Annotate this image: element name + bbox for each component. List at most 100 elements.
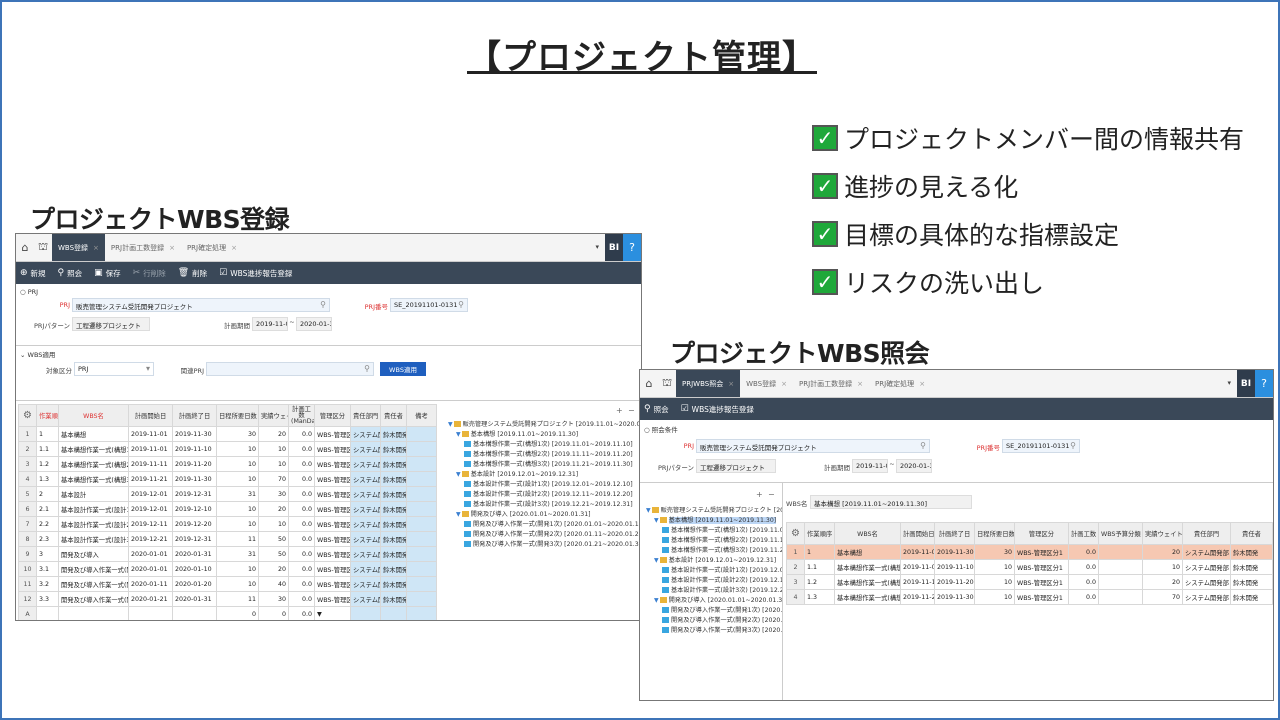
grid-cell[interactable] <box>1098 589 1143 605</box>
tab-prj-confirm[interactable]: PRJ確定処理 × <box>181 234 243 261</box>
remarks-cell[interactable] <box>406 576 437 592</box>
delete-row-button[interactable]: ✂ 行削除 <box>133 268 166 279</box>
remarks-cell[interactable] <box>406 546 437 562</box>
grid-cell[interactable]: 基本構想作業一式(構想1次) <box>58 441 129 457</box>
grid-cell[interactable]: システム開発 <box>350 591 381 607</box>
column-header[interactable]: 計画工数(ManDay) <box>288 404 315 427</box>
expand-arrow-icon[interactable]: ▼ <box>654 517 659 524</box>
remarks-cell[interactable] <box>406 561 437 577</box>
gear-icon[interactable]: ⚙ <box>23 410 32 421</box>
grid-cell[interactable]: 0.0 <box>288 501 315 517</box>
grid-cell[interactable]: システム開発部 <box>1182 574 1231 590</box>
grid-cell[interactable]: 2019-11-20 <box>934 574 975 590</box>
column-header[interactable]: 日程所要日数 <box>974 522 1015 545</box>
tab-prj-wbs-inquiry[interactable]: PRJWBS照会 × <box>676 370 741 397</box>
table-row[interactable]: A 0 0 0.0 ▼ <box>18 606 437 620</box>
grid-cell[interactable]: 0.0 <box>288 456 315 472</box>
grid-cell[interactable]: 10 <box>258 516 289 532</box>
grid-cell[interactable]: 2 <box>36 486 59 502</box>
column-header[interactable]: 責任者 <box>380 404 407 427</box>
grid-cell[interactable]: 3 <box>36 546 59 562</box>
grid-cell[interactable]: 2019-11-11 <box>128 456 173 472</box>
grid-cell[interactable]: 鈴木開発 <box>380 531 407 547</box>
grid-cell[interactable]: 2019-11-20 <box>172 456 217 472</box>
prj-section-header[interactable]: ○ PRJ <box>20 288 38 296</box>
grid-cell[interactable]: 0.0 <box>1068 574 1099 590</box>
grid-cell[interactable]: WBS-管理区▼ <box>314 531 351 547</box>
tree-node[interactable]: 基本構想作業一式(構想3次) [2019.11.21~2019.11.30] <box>448 460 640 470</box>
grid-cell[interactable]: 2019-12-10 <box>172 501 217 517</box>
grid-cell[interactable]: 基本構想作業一式(構想3次) <box>58 471 129 487</box>
wbs-apply-section-header[interactable]: ⌄ WBS適用 <box>20 349 55 359</box>
grid-cell[interactable]: 2019-11-21 <box>900 589 935 605</box>
grid-cell[interactable]: 2019-11-01 <box>128 441 173 457</box>
close-icon[interactable]: × <box>169 244 175 252</box>
grid-cell[interactable]: 2019-12-01 <box>128 486 173 502</box>
grid-cell[interactable]: 2020-01-01 <box>128 561 173 577</box>
grid-cell[interactable]: 0.0 <box>288 606 315 620</box>
table-row[interactable]: 41.3基本構想作業一式(構想3次)2019-11-212019-11-3010… <box>18 471 437 487</box>
grid-cell[interactable]: 20 <box>1142 544 1183 560</box>
grid-cell[interactable]: 基本設計 <box>58 486 129 502</box>
search-icon[interactable]: ⚲ <box>1070 441 1076 450</box>
grid-cell[interactable]: 2020-01-31 <box>172 546 217 562</box>
grid-cell[interactable]: 鈴木開発 <box>380 516 407 532</box>
grid-cell[interactable]: 基本構想作業一式(構想 <box>834 559 901 575</box>
column-header[interactable]: 計画開始日 <box>900 522 935 545</box>
tree-node[interactable]: 基本構想作業一式(構想2次) [2019.11.11~2019.11.20] <box>448 450 640 460</box>
row-number[interactable]: 9 <box>18 546 37 562</box>
remarks-cell[interactable] <box>406 486 437 502</box>
grid-cell[interactable]: 10 <box>974 574 1015 590</box>
remarks-cell[interactable] <box>406 501 437 517</box>
grid-cell[interactable]: WBS-管理区分1 <box>1014 544 1069 560</box>
grid-cell[interactable]: 10 <box>216 456 259 472</box>
grid-cell[interactable]: 鈴木開発 <box>380 546 407 562</box>
chevron-down-icon[interactable]: ▾ <box>595 243 599 251</box>
row-number[interactable]: 8 <box>18 531 37 547</box>
grid-cell[interactable]: 2019-12-21 <box>128 531 173 547</box>
delete-button[interactable]: 🗑 削除 <box>178 268 207 279</box>
tree-node[interactable]: 基本設計作業一式(設計1次) [2019.12.01 <box>646 566 782 576</box>
grid-cell[interactable]: WBS-管理区▼ <box>314 471 351 487</box>
expand-all-button[interactable]: + <box>756 490 763 499</box>
grid-cell[interactable]: 開発及び導入作業一式(開発2 <box>58 576 129 592</box>
grid-cell[interactable]: WBS-管理区▼ <box>314 516 351 532</box>
remarks-cell[interactable] <box>406 591 437 607</box>
column-header[interactable]: 管理区分 <box>1014 522 1069 545</box>
grid-cell[interactable]: システム開発 <box>350 426 381 442</box>
tree-node[interactable]: ▼ 基本構想 [2019.11.01~2019.11.30] <box>646 516 782 526</box>
grid-cell[interactable] <box>380 606 407 620</box>
grid-cell[interactable]: 0.0 <box>288 561 315 577</box>
inquiry-button[interactable]: ⚲ 照会 <box>644 404 669 415</box>
grid-cell[interactable]: 鈴木開発 <box>380 426 407 442</box>
grid-cell[interactable]: 開発及び導入 <box>58 546 129 562</box>
table-row[interactable]: 9 3 開発及び導入 2020-01-01 2020-01-31 31 50 0.0 WBS-管… <box>18 546 437 562</box>
wbs-apply-button[interactable]: WBS適用 <box>380 362 426 376</box>
plan-start-field[interactable]: 2019-11-01 <box>252 317 288 331</box>
tab-prj-plan-hours[interactable]: PRJ計画工数登録 × <box>105 234 181 261</box>
search-icon[interactable]: ⚲ <box>920 441 926 450</box>
expand-arrow-icon[interactable]: ▼ <box>654 557 659 564</box>
grid-cell[interactable]: WBS-管理区▼ <box>314 591 351 607</box>
grid-cell[interactable]: 0.0 <box>288 516 315 532</box>
grid-cell[interactable]: 鈴木開発 <box>380 591 407 607</box>
column-header[interactable]: 責任部門 <box>350 404 381 427</box>
tree-node[interactable]: 基本構想作業一式(構想1次) [2019.11.01~2019.11.10] <box>448 440 640 450</box>
row-number[interactable]: 1 <box>786 544 805 560</box>
lock-icon[interactable]: ⛫ <box>658 370 676 397</box>
grid-cell[interactable]: WBS-管理区▼ <box>314 441 351 457</box>
tree-node[interactable]: ▼ 販売管理システム受託開発プロジェクト [2019.11.0 <box>646 506 782 516</box>
tree-node[interactable]: 基本構想作業一式(構想1次) [2019.11.01 <box>646 526 782 536</box>
row-number[interactable]: 3 <box>786 574 805 590</box>
grid-cell[interactable]: 鈴木開発 <box>1230 574 1273 590</box>
grid-cell[interactable]: 基本構想作業一式(構想2次) <box>58 456 129 472</box>
grid-cell[interactable]: 2020-01-11 <box>128 576 173 592</box>
row-number[interactable]: 2 <box>18 441 37 457</box>
grid-cell[interactable]: 2.1 <box>36 501 59 517</box>
column-header[interactable]: WBS予算分類 <box>1098 522 1143 545</box>
tree-node[interactable]: 開発及び導入作業一式(開発3次) [2020. <box>646 626 782 636</box>
table-row[interactable]: 123.3開発及び導入作業一式(開発32020-01-212020-01-311… <box>18 591 437 607</box>
grid-cell[interactable]: 基本構想作業一式(構想 <box>834 574 901 590</box>
table-row[interactable]: 31.2基本構想作業一式(構想2次)2019-11-112019-11-2010… <box>18 456 437 472</box>
grid-cell[interactable]: 2019-12-31 <box>172 531 217 547</box>
